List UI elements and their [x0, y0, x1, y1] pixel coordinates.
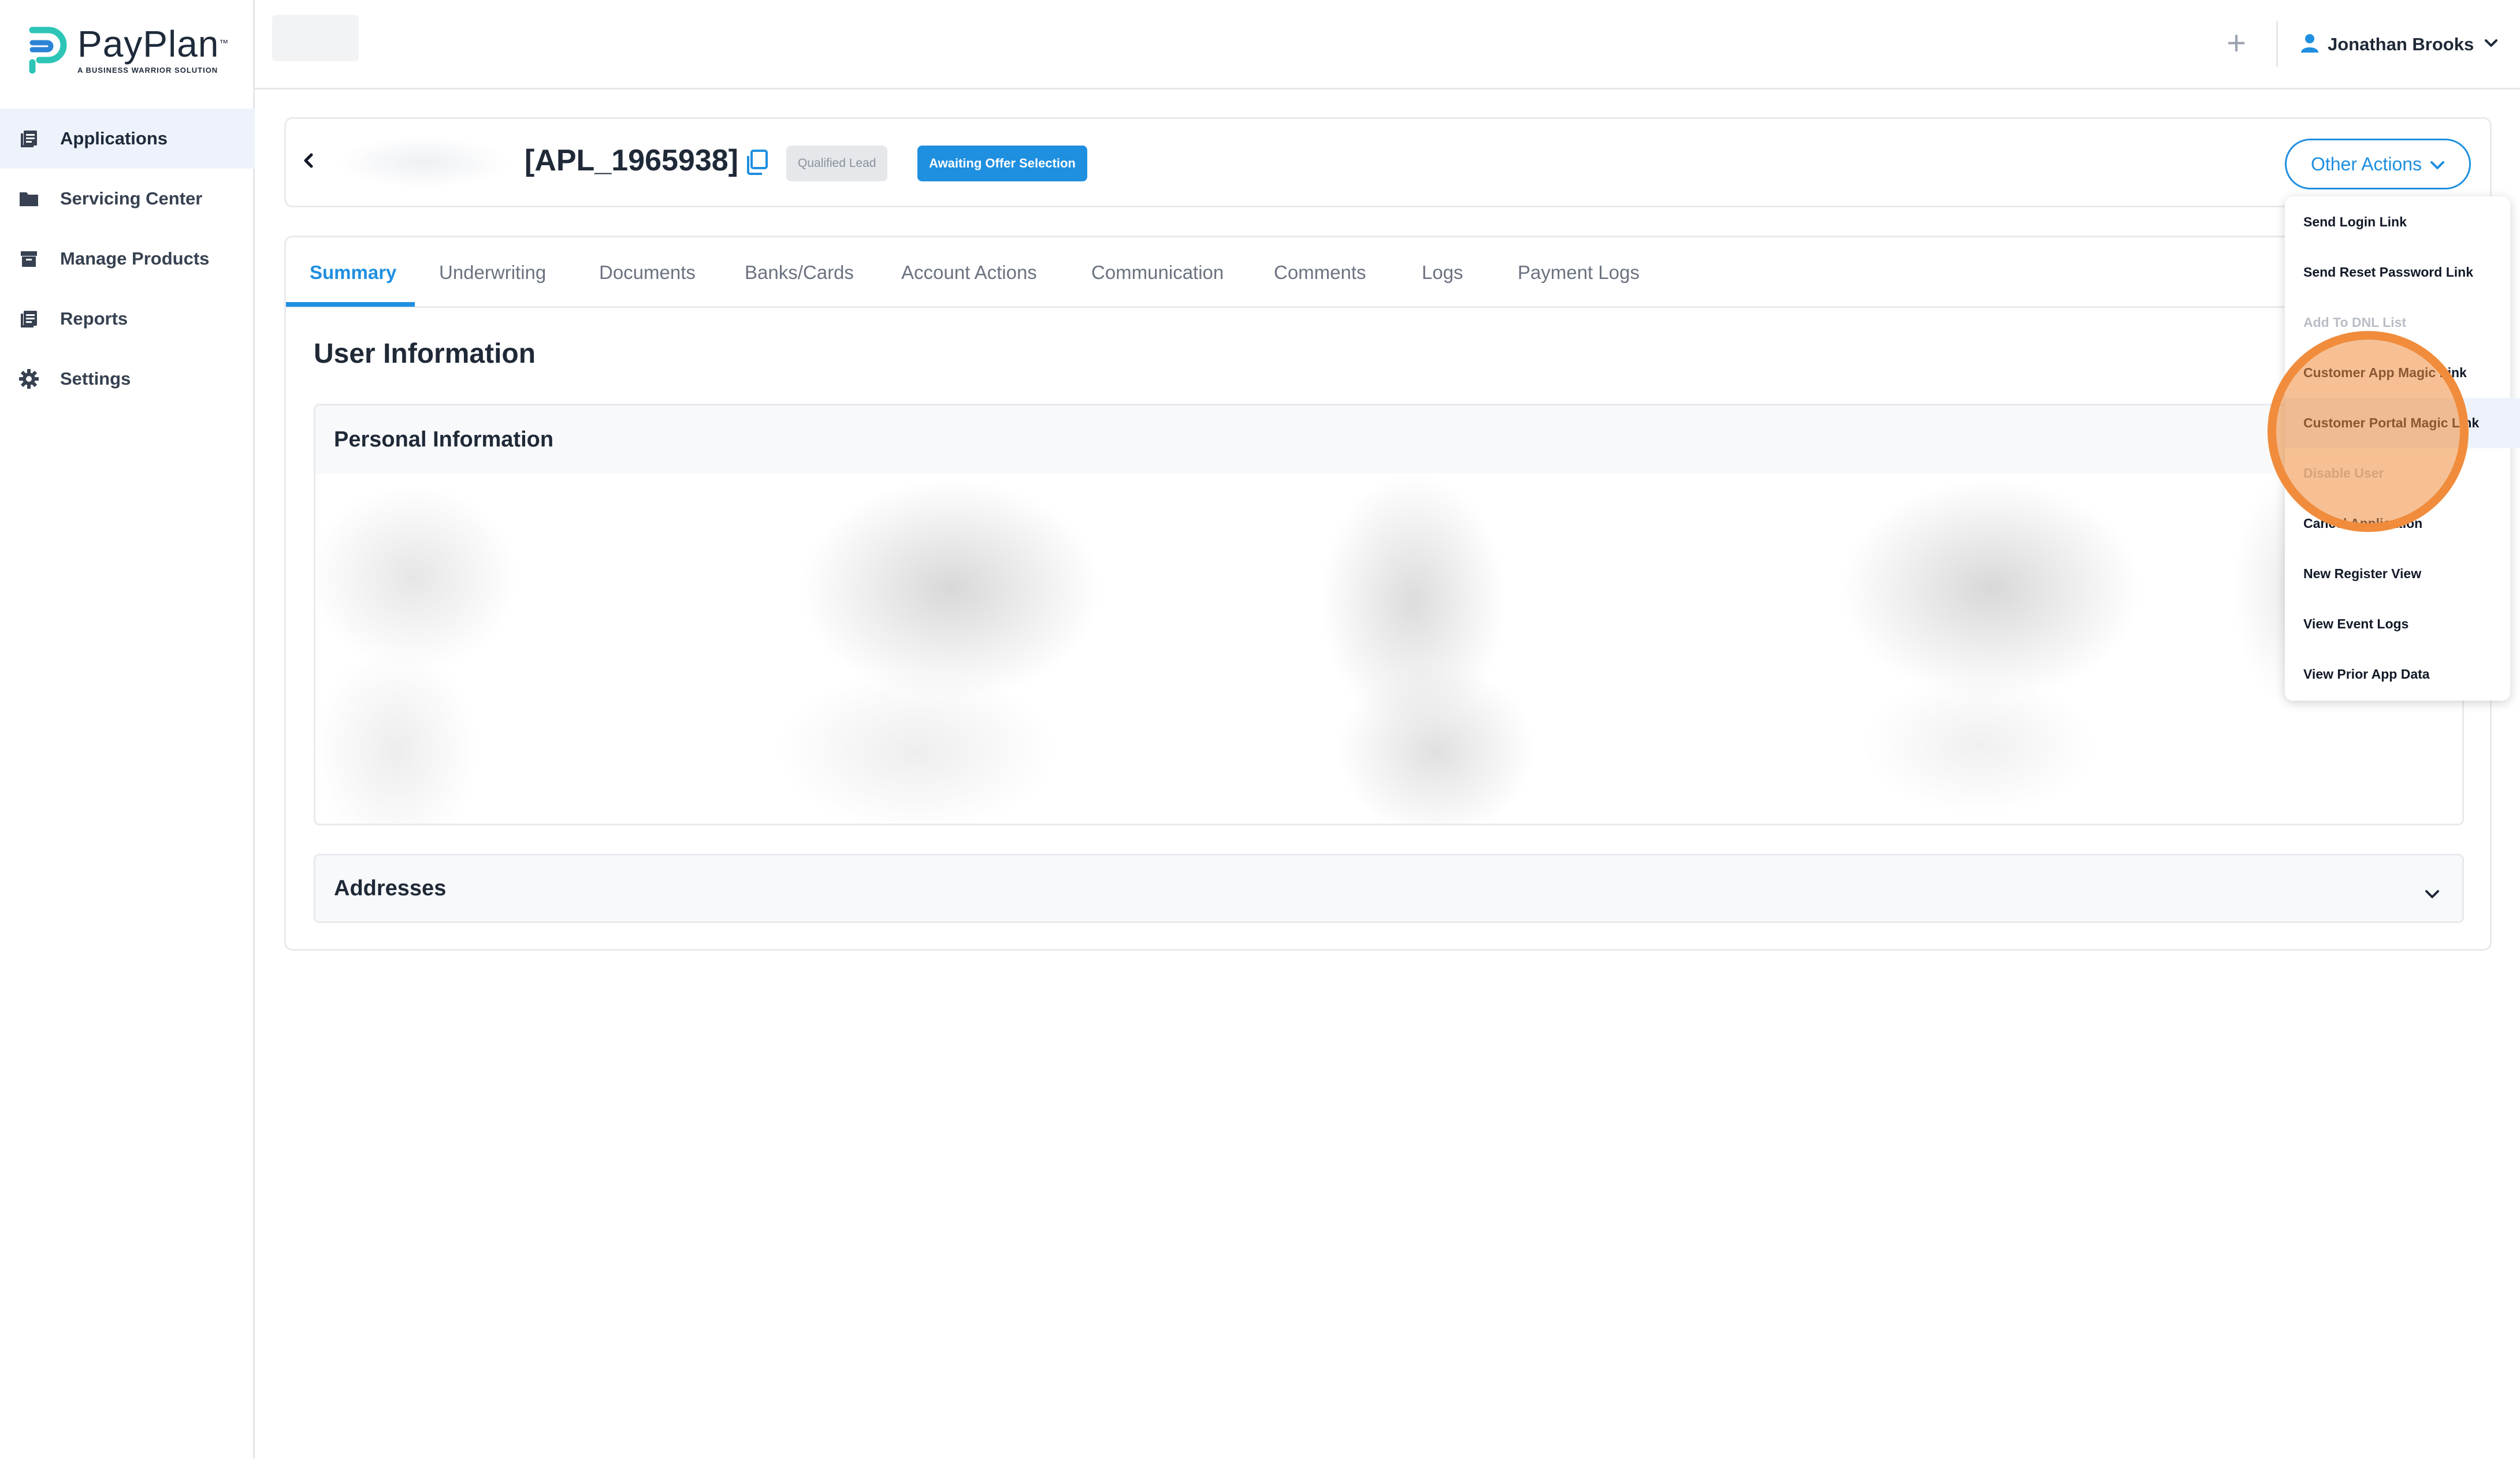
add-button[interactable]: + — [2219, 24, 2254, 62]
application-id: [APL_1965938] — [525, 144, 738, 177]
user-menu[interactable]: Jonathan Brooks — [2300, 30, 2498, 59]
top-placeholder — [272, 15, 359, 61]
sidebar: PayPlan™ A BUSINESS WARRIOR SOLUTION ‹ A… — [0, 0, 255, 1459]
tab-summary[interactable]: Summary — [310, 237, 396, 308]
menu-item-send-login-link[interactable]: Send Login Link — [2285, 197, 2510, 247]
personal-information-panel: Personal Information — [314, 404, 2464, 825]
sidebar-item-label: Servicing Center — [60, 188, 203, 209]
addresses-panel: Addresses — [314, 854, 2464, 923]
chevron-down-icon — [2430, 154, 2445, 175]
sidebar-item-label: Settings — [60, 369, 131, 389]
personal-information-header[interactable]: Personal Information — [315, 405, 2462, 474]
sidebar-item-label: Reports — [60, 308, 128, 329]
copy-icon[interactable] — [745, 149, 769, 178]
menu-item-view-prior-app-data[interactable]: View Prior App Data — [2285, 649, 2510, 699]
menu-item-cancel-application[interactable]: Cancel Application — [2285, 498, 2510, 549]
tab-banks-cards[interactable]: Banks/Cards — [745, 237, 854, 308]
applications-icon — [18, 128, 39, 149]
application-detail-card: Summary Underwriting Documents Banks/Car… — [284, 236, 2492, 951]
menu-item-disable-user: Disable User — [2303, 466, 2384, 481]
user-name: Jonathan Brooks — [2328, 34, 2474, 54]
chevron-down-icon — [2484, 39, 2498, 51]
sidebar-item-settings[interactable]: Settings — [0, 349, 255, 409]
application-header: [APL_1965938] Qualified Lead Awaiting Of… — [284, 117, 2492, 207]
other-actions-dropdown: Send Login Link Send Reset Password Link… — [2285, 196, 2520, 701]
offer-status-badge: Awaiting Offer Selection — [917, 146, 1087, 181]
tab-account-actions[interactable]: Account Actions — [901, 237, 1037, 308]
payplan-logo-mark — [29, 25, 69, 74]
sidebar-item-label: Applications — [60, 128, 168, 148]
blurred-personal-data — [315, 474, 2462, 824]
other-actions-button[interactable]: Other Actions — [2285, 139, 2471, 189]
menu-item-send-reset-password-link[interactable]: Send Reset Password Link — [2285, 247, 2510, 297]
sidebar-item-manage-products[interactable]: Manage Products — [0, 229, 255, 289]
tab-comments[interactable]: Comments — [1274, 237, 1366, 308]
active-tab-indicator — [286, 302, 415, 307]
archive-box-icon — [18, 248, 39, 269]
sidebar-nav: Applications Servicing Center Manage Pro… — [0, 109, 255, 409]
menu-item-customer-portal-magic-link[interactable]: Customer Portal Magic Link — [2285, 398, 2520, 448]
menu-item-new-register-view[interactable]: New Register View — [2285, 549, 2510, 599]
tab-communication[interactable]: Communication — [1091, 237, 1224, 308]
menu-item-add-to-dnl-list: Add To DNL List — [2303, 315, 2407, 330]
panel-title: Personal Information — [334, 427, 554, 452]
tab-logs[interactable]: Logs — [1422, 237, 1463, 308]
sidebar-item-reports[interactable]: Reports — [0, 289, 255, 349]
chevron-down-icon[interactable] — [2424, 881, 2440, 906]
folder-icon — [18, 188, 39, 209]
menu-item-view-event-logs[interactable]: View Event Logs — [2285, 599, 2510, 649]
top-bar: + Jonathan Brooks — [255, 0, 2520, 90]
gear-icon — [18, 369, 39, 389]
payplan-logo[interactable]: PayPlan™ A BUSINESS WARRIOR SOLUTION — [29, 23, 229, 75]
reports-icon — [18, 308, 39, 329]
tab-payment-logs[interactable]: Payment Logs — [1518, 237, 1640, 308]
addresses-header[interactable]: Addresses — [315, 855, 2462, 921]
panel-title: Addresses — [334, 876, 447, 900]
tab-bar: Summary Underwriting Documents Banks/Car… — [286, 237, 2490, 308]
menu-item-customer-app-magic-link[interactable]: Customer App Magic Link — [2285, 348, 2510, 398]
blurred-applicant-name — [337, 136, 510, 188]
brand-tagline: A BUSINESS WARRIOR SOLUTION — [77, 65, 218, 75]
tab-underwriting[interactable]: Underwriting — [439, 237, 546, 308]
lead-status-badge: Qualified Lead — [786, 146, 888, 181]
other-actions-label: Other Actions — [2310, 153, 2422, 174]
user-icon — [2300, 33, 2320, 57]
tab-documents[interactable]: Documents — [599, 237, 696, 308]
sidebar-item-servicing-center[interactable]: Servicing Center — [0, 169, 255, 229]
section-title: User Information — [314, 338, 536, 369]
top-divider — [2276, 21, 2278, 67]
sidebar-item-applications[interactable]: Applications — [0, 109, 255, 169]
back-arrow-icon[interactable] — [301, 149, 316, 175]
brand-name: PayPlan™ — [77, 23, 229, 65]
sidebar-item-label: Manage Products — [60, 248, 210, 269]
